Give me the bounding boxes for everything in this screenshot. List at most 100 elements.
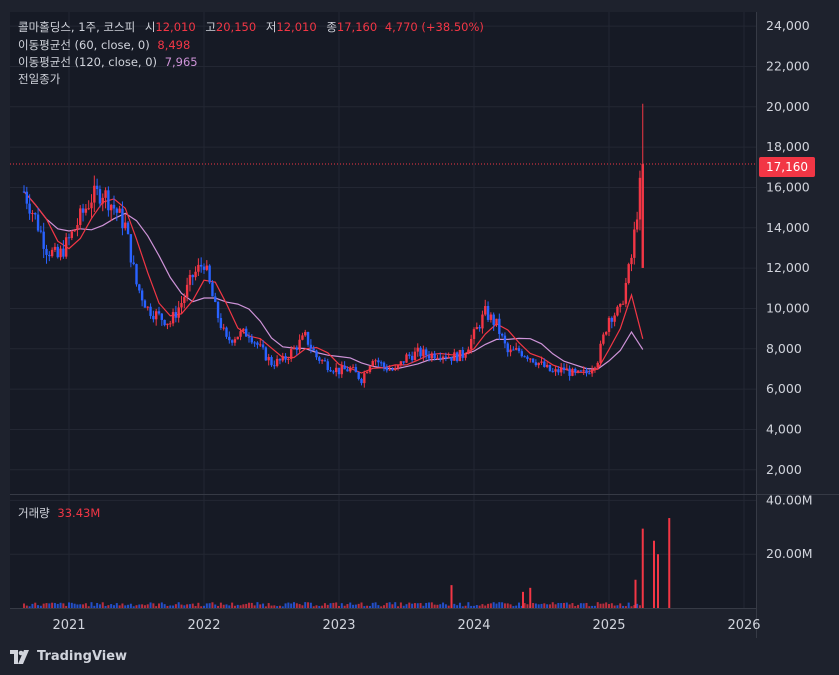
volume-bar — [203, 605, 205, 608]
volume-bar — [121, 603, 124, 608]
candle-body — [22, 191, 26, 193]
volume-bar — [183, 605, 186, 608]
candle-body — [295, 347, 299, 350]
price-axis[interactable]: 2,000 4,000 6,000 8,000 10,000 12,000 14,000 16… — [766, 18, 810, 477]
candle-body — [332, 371, 335, 373]
candle-body — [312, 348, 315, 351]
candle-body — [593, 367, 597, 370]
volume-bar — [467, 602, 470, 608]
candle-body — [464, 354, 467, 358]
volume-bar — [149, 602, 152, 608]
volume-bar — [638, 605, 641, 608]
candle-body — [503, 335, 507, 344]
candle-body — [253, 342, 256, 344]
candle-body — [410, 355, 414, 361]
candle-body — [450, 356, 453, 361]
candle-body — [382, 362, 386, 368]
candle-body — [199, 264, 203, 267]
change-value: 4,770 (+38.50%) — [384, 20, 484, 34]
candle-body — [126, 222, 130, 235]
volume-bar — [368, 605, 371, 608]
prev-close-legend[interactable]: 전일종가 — [18, 71, 60, 87]
tradingview-logo[interactable]: TradingView — [10, 649, 127, 664]
volume-bar — [332, 602, 335, 608]
volume-bar — [613, 605, 616, 608]
candle-body — [396, 365, 400, 369]
volume-bar — [557, 602, 560, 608]
candle-body — [104, 190, 107, 198]
volume-bar — [267, 603, 270, 608]
volume-bar — [312, 606, 315, 608]
volume-bar — [110, 604, 113, 608]
volume-bar — [551, 602, 554, 608]
volume-bar — [416, 603, 419, 608]
close-label: 종 — [326, 20, 337, 34]
volume-bars-layer — [23, 518, 671, 608]
volume-bar — [554, 604, 557, 608]
volume-bar — [115, 603, 118, 608]
candle-body — [520, 351, 524, 357]
volume-bar — [301, 605, 304, 608]
volume-bar — [402, 605, 405, 608]
volume-bar — [93, 605, 96, 608]
candle-body — [402, 361, 405, 363]
volume-bar — [270, 605, 273, 608]
candle-body — [604, 331, 608, 335]
candle-body — [273, 365, 276, 367]
candle-body — [557, 369, 560, 373]
candle-body — [559, 367, 563, 373]
candle-body — [455, 352, 459, 362]
candle-body — [129, 234, 133, 263]
volume-bar — [419, 603, 422, 608]
symbol-legend[interactable]: 콜마홀딩스, 1주, 코스피 시12,010 고20,150 저12,010 종… — [18, 19, 484, 35]
volume-bar — [90, 602, 93, 608]
candle-body — [368, 366, 372, 373]
candle-body — [590, 369, 594, 374]
price-tick-label: 18,000 — [766, 139, 810, 154]
candle-body — [270, 357, 273, 366]
volume-bar — [45, 603, 48, 608]
volume-bar — [51, 602, 54, 608]
volume-bar — [338, 605, 340, 608]
candle-body — [87, 208, 90, 210]
volume-bar — [276, 606, 279, 608]
candle-body — [222, 327, 225, 329]
candle-body — [599, 343, 602, 363]
ma60-legend[interactable]: 이동평균선 (60, close, 0) 8,498 — [18, 37, 190, 53]
ma120-legend[interactable]: 이동평균선 (120, close, 0) 7,965 — [18, 54, 198, 70]
candle-body — [90, 202, 93, 209]
volume-bar — [608, 604, 610, 608]
volume-bar — [422, 605, 425, 608]
candle-body — [422, 349, 425, 357]
chart-canvas[interactable]: 2,000 4,000 6,000 8,000 10,000 12,000 14,000 16… — [0, 0, 839, 675]
candle-body — [70, 231, 74, 238]
price-tick-label: 6,000 — [766, 381, 802, 396]
tradingview-icon — [10, 649, 29, 664]
volume-bar — [124, 605, 127, 608]
volume-bar — [70, 602, 73, 608]
candle-body — [478, 327, 481, 329]
candle-body — [261, 344, 265, 348]
candle-body — [36, 214, 40, 231]
low-value: 12,010 — [276, 20, 317, 34]
candle-body — [498, 318, 501, 334]
volume-bar — [138, 604, 141, 608]
volume-bar — [565, 602, 568, 608]
candle-body — [304, 331, 307, 336]
time-axis[interactable]: 2021 2022 2023 2024 2025 2026 — [52, 618, 760, 633]
volume-bar — [174, 604, 177, 608]
chart-root[interactable]: 2,000 4,000 6,000 8,000 10,000 12,000 14,000 16… — [0, 0, 839, 675]
volume-bar — [577, 604, 580, 608]
ma120-label: 이동평균선 (120, close, 0) — [18, 55, 158, 69]
volume-bar — [515, 605, 518, 608]
candle-body — [360, 378, 363, 384]
candle-body — [461, 349, 464, 358]
volume-bar — [489, 603, 492, 608]
candle-body — [337, 367, 341, 375]
volume-axis[interactable]: 20.00M 40.00M — [766, 492, 813, 561]
volume-bar — [84, 603, 87, 608]
volume-legend[interactable]: 거래량 33.43M — [18, 505, 100, 521]
volume-bar — [323, 603, 326, 608]
volume-bar — [616, 605, 619, 608]
volume-bar — [397, 606, 400, 608]
